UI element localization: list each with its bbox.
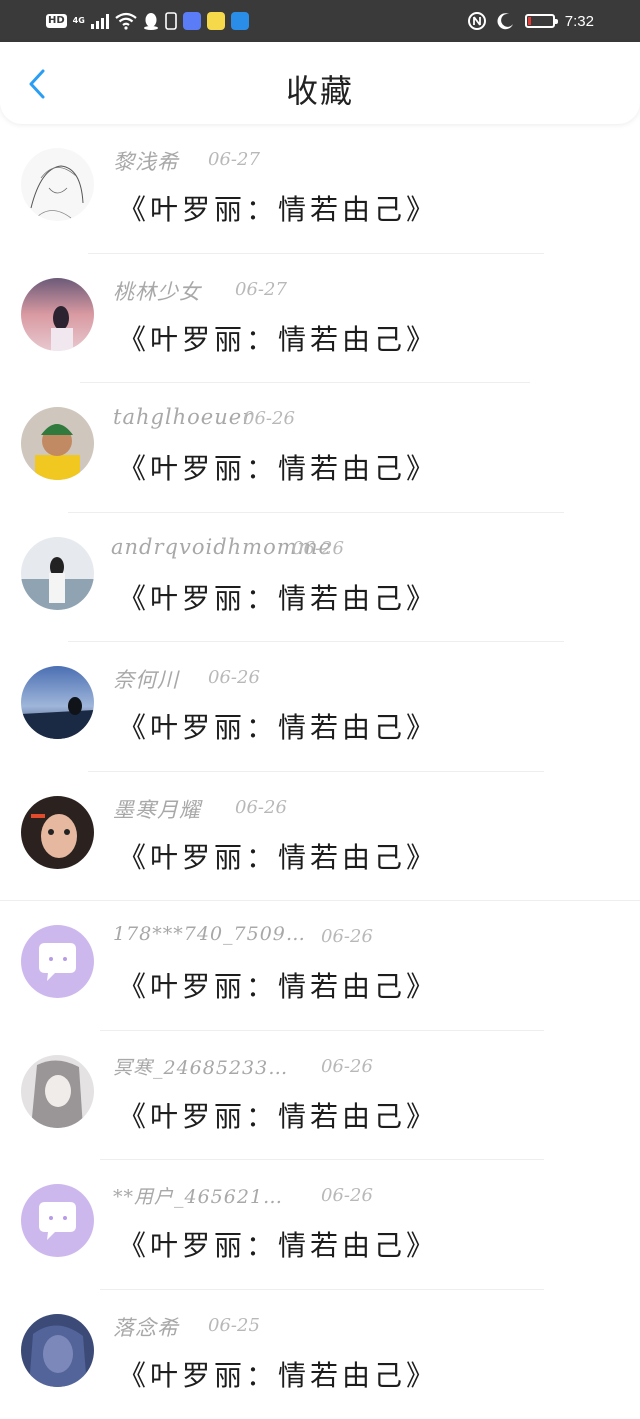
work-title: 《叶罗丽：情若由己》 [118,965,438,1005]
username: 桃林少女 [113,276,201,306]
wifi-icon [115,12,137,30]
list-item[interactable]: 黎浅希 06-27 《叶罗丽：情若由己》 [0,124,640,254]
avatar[interactable] [21,407,94,480]
work-title: 《叶罗丽：情若由己》 [118,706,438,746]
qq-icon [143,12,159,30]
date: 06-26 [321,1056,373,1077]
username: 奈何川 [113,664,179,694]
avatar[interactable] [21,537,94,610]
date: 06-27 [208,149,260,170]
page-title: 收藏 [0,66,640,112]
list-item[interactable]: 冥寒_24685233… 06-26 《叶罗丽：情若由己》 [0,1031,640,1161]
avatar[interactable] [21,1314,94,1387]
date: 06-25 [208,1315,260,1336]
map-app-icon [231,12,249,30]
avatar[interactable] [21,925,94,998]
list-item[interactable]: 奈何川 06-26 《叶罗丽：情若由己》 [0,642,640,772]
list-item[interactable]: tahglhoeuer 06-26 《叶罗丽：情若由己》 [0,383,640,513]
work-title: 《叶罗丽：情若由己》 [118,447,438,487]
username: tahglhoeuer [113,405,253,429]
work-title: 《叶罗丽：情若由己》 [118,1095,438,1135]
list-item[interactable]: 落念希 06-25 《叶罗丽：情若由己》 [0,1290,640,1419]
list-item[interactable]: **用户_465621… 06-26 《叶罗丽：情若由己》 [0,1160,640,1290]
list-item[interactable]: 178***740_7509… 06-26 《叶罗丽：情若由己》 [0,901,640,1031]
signal-icon [91,13,109,29]
work-title: 《叶罗丽：情若由己》 [118,1224,438,1264]
favorites-list: 黎浅希 06-27 《叶罗丽：情若由己》 桃林少女 06-27 《叶罗丽：情若由… [0,124,640,1419]
avatar[interactable] [21,666,94,739]
username: 冥寒_24685233… [113,1053,288,1080]
battery-icon [525,14,555,28]
avatar[interactable] [21,278,94,351]
username: 墨寒月耀 [113,794,201,824]
avatar[interactable] [21,1184,94,1257]
date: 06-26 [321,926,373,947]
list-item[interactable]: 桃林少女 06-27 《叶罗丽：情若由己》 [0,254,640,384]
avatar[interactable] [21,148,94,221]
music-app-icon [183,12,201,30]
work-title: 《叶罗丽：情若由己》 [118,836,438,876]
work-title: 《叶罗丽：情若由己》 [118,318,438,358]
status-bar: HD 4G 7:32 [0,0,640,42]
network-type: 4G [73,17,85,25]
list-item[interactable]: andrqvoidhmomme 06-26 《叶罗丽：情若由己》 [0,513,640,643]
username: 落念希 [113,1312,179,1342]
username: **用户_465621… [113,1182,283,1209]
work-title: 《叶罗丽：情若由己》 [118,1354,438,1394]
status-right: 7:32 [467,10,594,32]
sim-icon [165,12,177,30]
date: 06-26 [243,408,295,429]
date: 06-26 [208,667,260,688]
status-left: HD 4G [46,10,249,32]
hd-badge: HD [46,14,67,28]
username: 黎浅希 [113,146,179,176]
date: 06-26 [235,797,287,818]
moon-icon [497,12,515,30]
nfc-icon [467,11,487,31]
date: 06-26 [321,1185,373,1206]
work-title: 《叶罗丽：情若由己》 [118,577,438,617]
emoji-app-icon [207,12,225,30]
date: 06-27 [235,279,287,300]
list-item[interactable]: 墨寒月耀 06-26 《叶罗丽：情若由己》 [0,772,640,902]
avatar[interactable] [21,796,94,869]
app-header: 收藏 [0,42,640,124]
clock: 7:32 [565,13,594,30]
avatar[interactable] [21,1055,94,1128]
work-title: 《叶罗丽：情若由己》 [118,188,438,228]
date: 06-26 [292,538,344,559]
username: 178***740_7509… [113,923,306,945]
